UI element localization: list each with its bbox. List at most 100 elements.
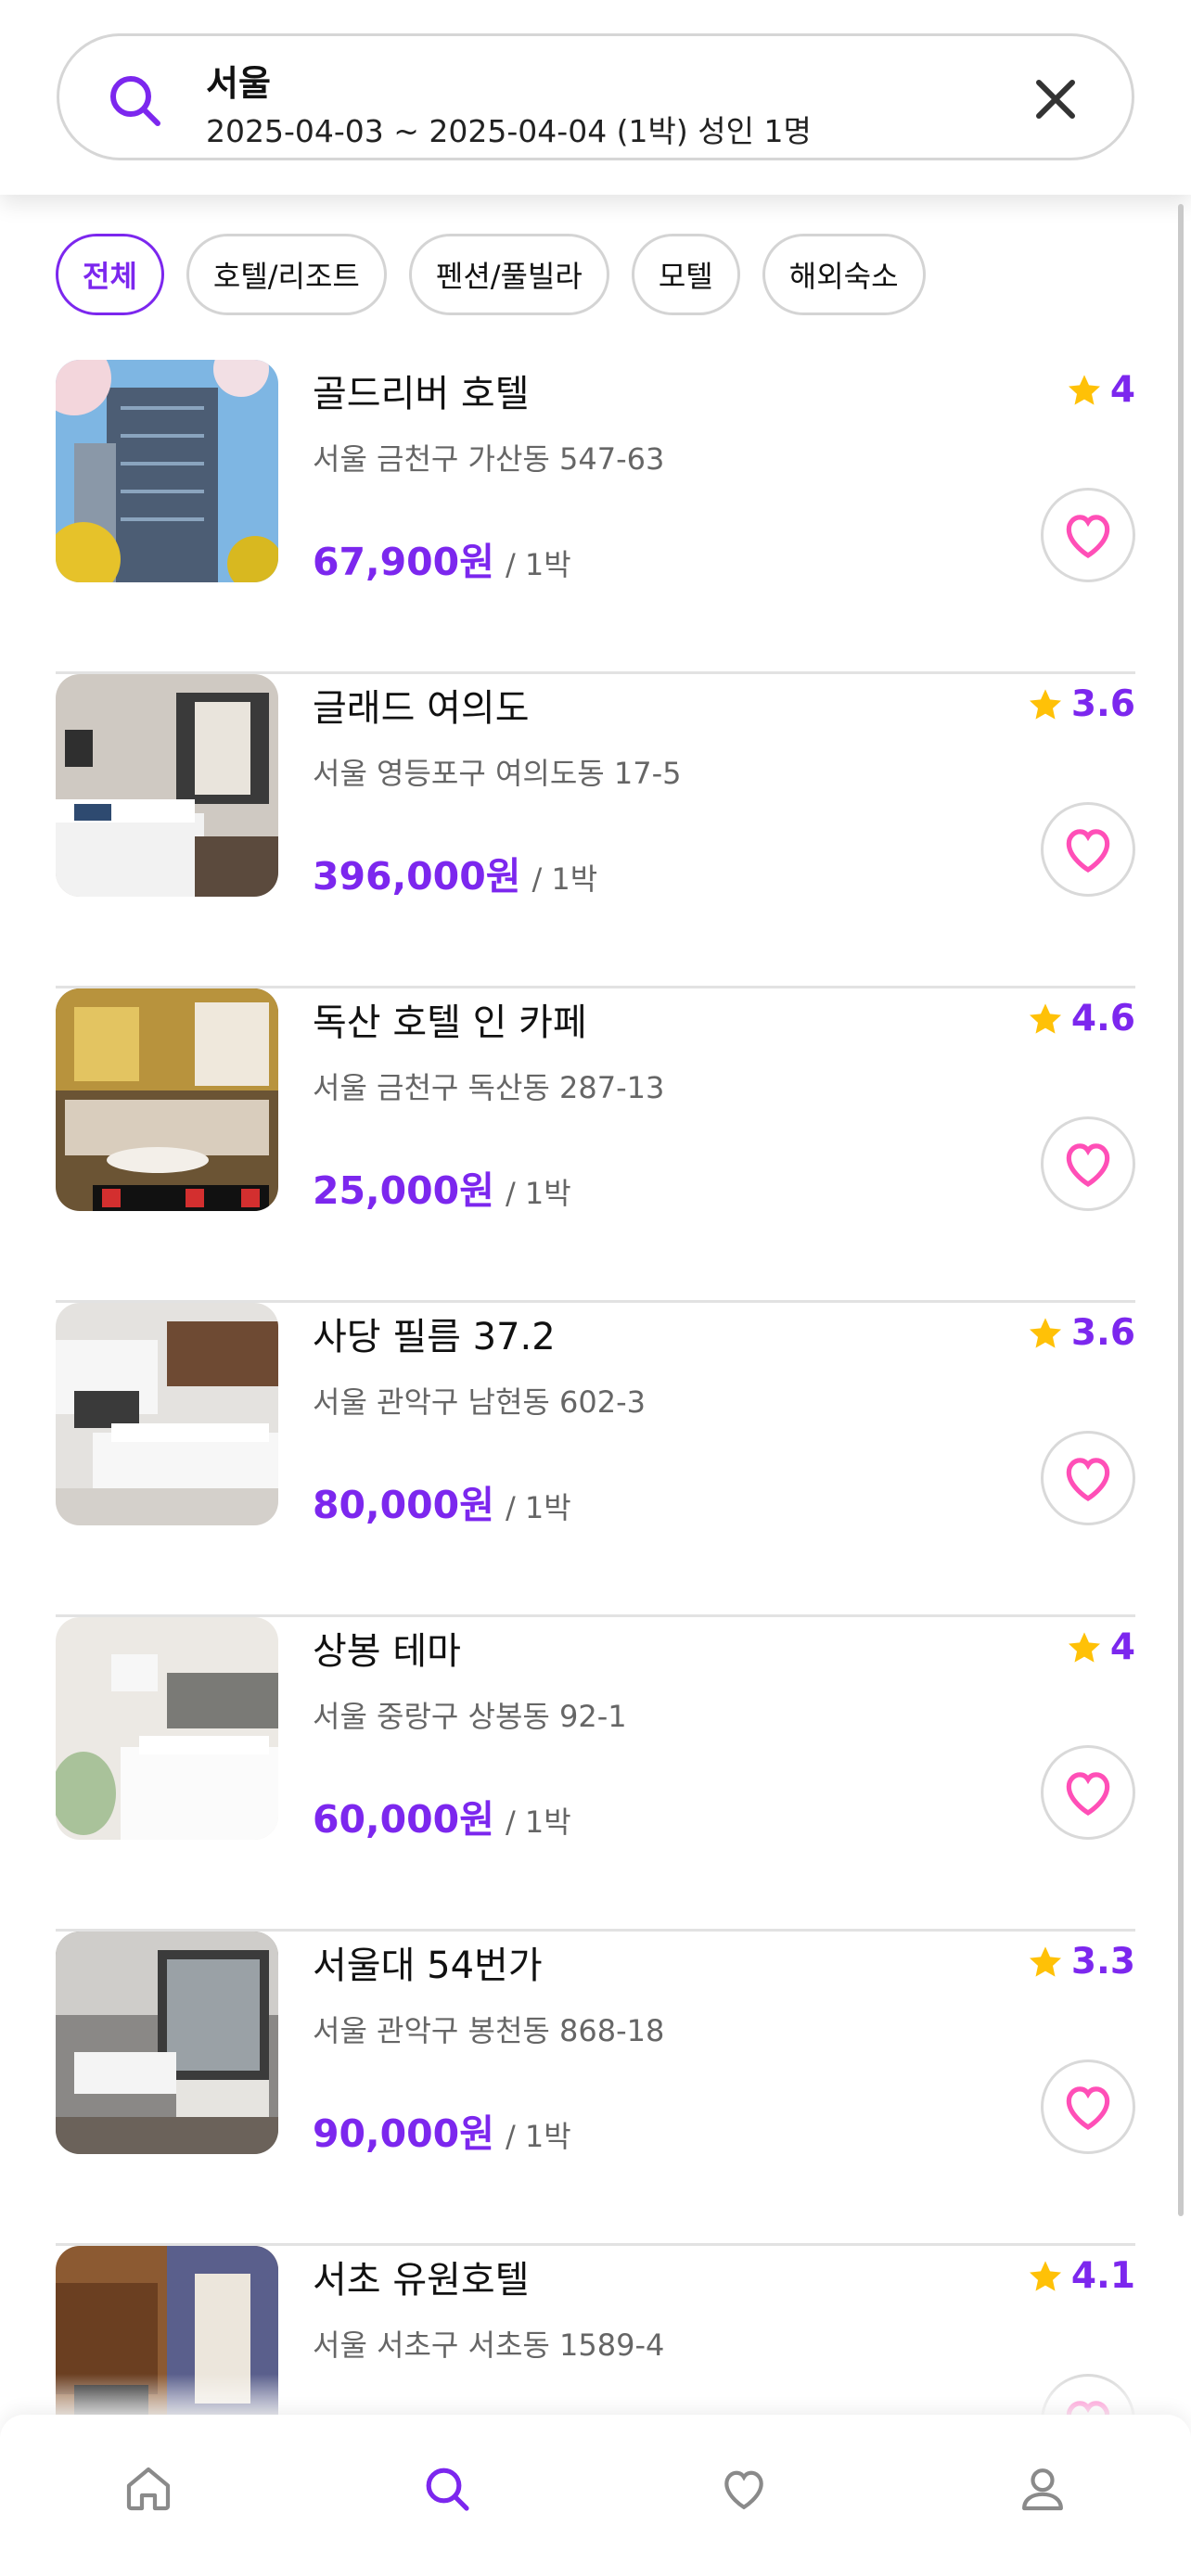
star-icon	[1029, 1317, 1061, 1348]
close-icon[interactable]	[1031, 75, 1080, 123]
bottom-tab-bar	[0, 2415, 1191, 2576]
category-chips: 전체 호텔/리조트 펜션/풀빌라 모텔 해외숙소	[56, 234, 926, 317]
heart-icon	[1066, 829, 1110, 873]
hotel-price-row: 396,000원 / 1박	[313, 845, 597, 900]
hotel-name: 글래드 여의도	[313, 687, 530, 730]
star-icon	[1068, 1631, 1100, 1663]
list-item[interactable]: 상봉 테마 서울 중랑구 상봉동 92-1 60,000원 / 1박 4	[56, 1617, 1135, 1932]
hotel-price-row: 67,900원 / 1박	[313, 530, 571, 586]
hotel-price-row: 25,000원 / 1박	[313, 1159, 571, 1215]
chip-hotel-resort[interactable]: 호텔/리조트	[186, 234, 387, 315]
hotel-name: 독산 호텔 인 카페	[313, 1001, 587, 1044]
hotel-address: 서울 서초구 서초동 1589-4	[313, 2327, 665, 2363]
hotel-price-row: 90,000원 / 1박	[313, 2102, 571, 2158]
rating-value: 4	[1109, 369, 1135, 411]
hotel-name: 서울대 54번가	[313, 1945, 543, 1987]
wishlist-button[interactable]	[1041, 2060, 1135, 2154]
tab-wishlist[interactable]	[718, 2463, 770, 2515]
tab-home[interactable]	[122, 2463, 174, 2515]
hotel-address: 서울 관악구 봉천동 868-18	[313, 2013, 665, 2048]
tab-search[interactable]	[421, 2463, 473, 2515]
hotel-name: 골드리버 호텔	[313, 373, 530, 415]
hotel-thumbnail	[56, 360, 278, 582]
hotel-address: 서울 영등포구 여의도동 17-5	[313, 756, 682, 791]
hotel-thumbnail	[56, 674, 278, 897]
hotel-rating: 3.3	[1027, 1941, 1135, 1983]
hotel-thumbnail	[56, 1303, 278, 1525]
hotel-price-row: 60,000원 / 1박	[313, 1788, 571, 1843]
wishlist-button[interactable]	[1041, 1745, 1135, 1840]
search-header: 서울 2025-04-03 ~ 2025-04-04 (1박) 성인 1명	[0, 0, 1191, 195]
hotel-thumbnail	[56, 1932, 278, 2154]
hotel-price: 25,000원	[313, 1168, 494, 1213]
hotel-rating: 4.6	[1027, 998, 1135, 1039]
user-icon	[1022, 2468, 1063, 2511]
wishlist-button[interactable]	[1041, 1116, 1135, 1211]
hotel-address: 서울 관악구 남현동 602-3	[313, 1384, 647, 1420]
hotel-address: 서울 금천구 독산동 287-13	[313, 1070, 665, 1105]
search-icon	[110, 76, 160, 126]
hotel-address: 서울 금천구 가산동 547-63	[313, 441, 665, 477]
hotel-address: 서울 중랑구 상봉동 92-1	[313, 1699, 627, 1734]
rating-value: 3.6	[1070, 683, 1135, 725]
search-bar[interactable]: 서울 2025-04-03 ~ 2025-04-04 (1박) 성인 1명	[57, 33, 1134, 160]
chip-motel[interactable]: 모텔	[631, 234, 740, 315]
heart-icon	[1066, 1772, 1110, 1816]
search-dates: 2025-04-03 ~ 2025-04-04 (1박) 성인 1명	[206, 113, 812, 149]
search-city: 서울	[206, 63, 271, 104]
star-icon	[1029, 2260, 1061, 2291]
per-night-label: / 1박	[505, 1490, 571, 1525]
wishlist-button[interactable]	[1041, 488, 1135, 582]
hotel-name: 사당 필름 37.2	[313, 1316, 556, 1358]
rating-value: 4.6	[1070, 998, 1135, 1039]
hotel-price: 90,000원	[313, 2111, 494, 2156]
per-night-label: / 1박	[505, 1176, 571, 1211]
chip-overseas[interactable]: 해외숙소	[762, 234, 926, 315]
hotel-rating: 3.6	[1027, 683, 1135, 725]
rating-value: 4	[1109, 1626, 1135, 1668]
star-icon	[1029, 688, 1061, 720]
list-item[interactable]: 서울대 54번가 서울 관악구 봉천동 868-18 90,000원 / 1박 …	[56, 1932, 1135, 2246]
hotel-name: 상봉 테마	[313, 1630, 461, 1673]
hotel-price: 67,900원	[313, 540, 494, 584]
per-night-label: / 1박	[505, 2119, 571, 2154]
hotel-price-row: 80,000원 / 1박	[313, 1473, 571, 1529]
list-fade	[0, 2374, 1191, 2420]
heart-icon	[1066, 2086, 1110, 2130]
per-night-label: / 1박	[505, 547, 571, 582]
star-icon	[1068, 374, 1100, 405]
rating-value: 3.3	[1070, 1941, 1135, 1983]
tab-profile[interactable]	[1017, 2463, 1069, 2515]
wishlist-button[interactable]	[1041, 802, 1135, 897]
per-night-label: / 1박	[531, 861, 598, 897]
rating-value: 4.1	[1070, 2255, 1135, 2297]
hotel-list: 골드리버 호텔 서울 금천구 가산동 547-63 67,900원 / 1박 4	[56, 360, 1135, 2560]
per-night-label: / 1박	[505, 1804, 571, 1840]
list-item[interactable]: 사당 필름 37.2 서울 관악구 남현동 602-3 80,000원 / 1박…	[56, 1303, 1135, 1617]
chip-all[interactable]: 전체	[56, 234, 164, 315]
search-icon	[426, 2468, 469, 2511]
hotel-price: 60,000원	[313, 1797, 494, 1842]
list-item[interactable]: 독산 호텔 인 카페 서울 금천구 독산동 287-13 25,000원 / 1…	[56, 988, 1135, 1303]
list-item[interactable]: 글래드 여의도 서울 영등포구 여의도동 17-5 396,000원 / 1박 …	[56, 674, 1135, 988]
hotel-rating: 4	[1066, 1626, 1135, 1668]
scrollbar[interactable]	[1178, 204, 1184, 2216]
hotel-price: 80,000원	[313, 1483, 494, 1527]
star-icon	[1029, 1945, 1061, 1977]
hotel-rating: 4.1	[1027, 2255, 1135, 2297]
hotel-rating: 3.6	[1027, 1312, 1135, 1354]
hotel-price: 396,000원	[313, 854, 521, 899]
hotel-thumbnail	[56, 988, 278, 1211]
heart-icon	[724, 2470, 763, 2510]
star-icon	[1029, 1002, 1061, 1034]
chip-pension-poolvilla[interactable]: 펜션/풀빌라	[408, 234, 609, 315]
home-icon	[126, 2467, 171, 2511]
wishlist-button[interactable]	[1041, 1431, 1135, 1525]
hotel-name: 서초 유원호텔	[313, 2259, 530, 2302]
list-item[interactable]: 골드리버 호텔 서울 금천구 가산동 547-63 67,900원 / 1박 4	[56, 360, 1135, 674]
rating-value: 3.6	[1070, 1312, 1135, 1354]
hotel-rating: 4	[1066, 369, 1135, 411]
heart-icon	[1066, 515, 1110, 558]
hotel-thumbnail	[56, 1617, 278, 1840]
heart-icon	[1066, 1143, 1110, 1187]
